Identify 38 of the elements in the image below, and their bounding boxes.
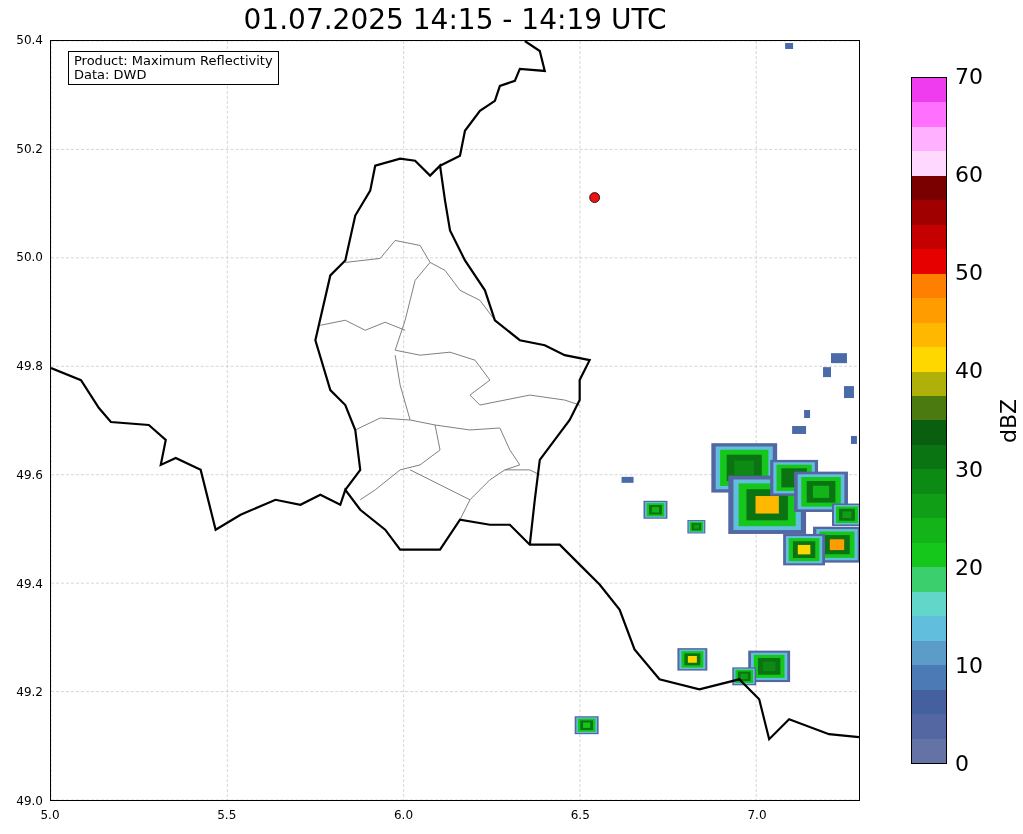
x-tick-label: 6.5	[570, 809, 590, 821]
radar-echo	[677, 648, 708, 671]
x-tick-label: 6.0	[393, 809, 414, 821]
y-tick-label: 50.2	[16, 142, 43, 155]
x-tick-label: 5.5	[217, 809, 237, 821]
radar-echo	[687, 520, 706, 534]
x-tick-label: 7.0	[747, 809, 767, 821]
colorbar-tick-label: 30	[955, 458, 983, 481]
chart-title: 01.07.2025 14:15 - 14:19 UTC	[243, 6, 667, 34]
colorbar-tick-label: 0	[955, 753, 969, 775]
colorbar-label: dBZ	[998, 398, 1020, 443]
info-text: Data: DWD	[74, 68, 148, 82]
radar-echo	[785, 43, 794, 49]
radar-echo	[621, 476, 634, 483]
colorbar-tick-label: 50	[955, 262, 983, 285]
colorbar-tick-label: 70	[955, 66, 983, 88]
radar-echo	[850, 435, 857, 444]
y-tick-label: 49.4	[16, 577, 43, 590]
radar-echo	[643, 500, 668, 519]
radar-echo	[844, 386, 854, 399]
y-tick-label: 49.2	[16, 686, 43, 699]
radar-echo	[792, 426, 807, 434]
radar-echo	[804, 410, 811, 418]
y-tick-label: 49.6	[16, 468, 43, 481]
info-text: Product: Maximum Reflectivity	[74, 54, 273, 68]
colorbar-tick-label: 60	[955, 164, 983, 187]
y-tick-label: 50.0	[16, 251, 43, 264]
radar-echo	[823, 367, 831, 378]
y-tick-label: 50.4	[16, 34, 43, 46]
radar-echo	[574, 716, 599, 735]
radar-echo	[831, 353, 847, 364]
colorbar-tick-label: 10	[955, 654, 983, 677]
y-tick-label: 49.0	[16, 795, 43, 807]
colorbar-tick-label: 20	[955, 556, 983, 579]
y-tick-label: 49.8	[16, 360, 43, 373]
location-marker	[589, 192, 600, 203]
x-tick-label: 5.0	[40, 809, 60, 821]
colorbar-tick-label: 40	[955, 360, 983, 383]
